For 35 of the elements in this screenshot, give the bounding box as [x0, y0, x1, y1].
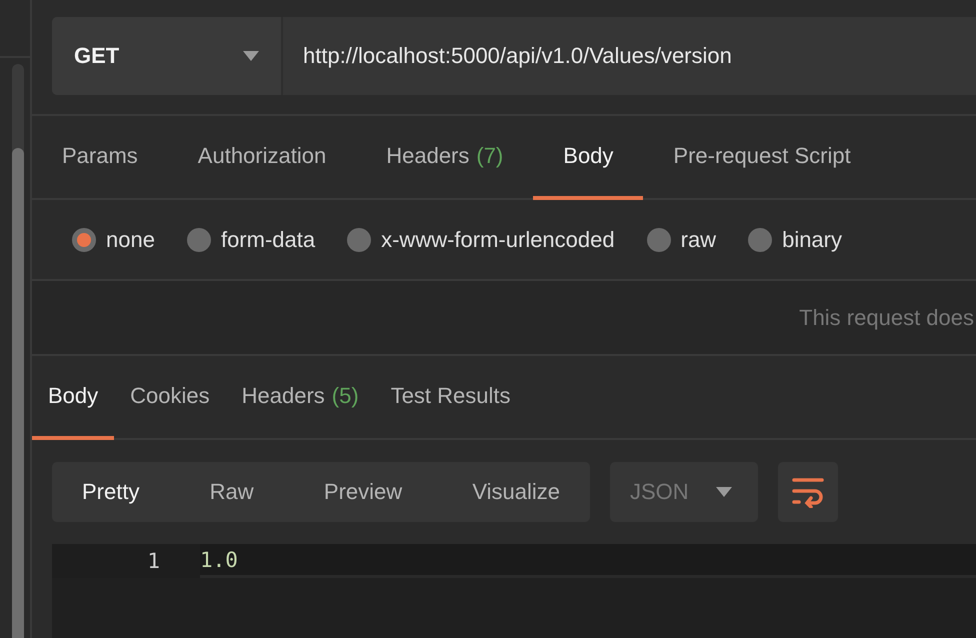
- line-number: 1: [146, 548, 160, 575]
- scrollbar[interactable]: [12, 64, 24, 638]
- view-mode-tab[interactable]: Visualize: [472, 479, 560, 505]
- body-type-option[interactable]: raw: [646, 226, 716, 252]
- request-tab[interactable]: Params: [32, 116, 168, 200]
- response-tab[interactable]: Headers (5): [226, 356, 375, 440]
- code-text: 1.0: [200, 548, 238, 572]
- method-dropdown[interactable]: GET: [52, 17, 283, 95]
- response-tab[interactable]: Cookies: [114, 356, 226, 440]
- caret-icon: [243, 51, 259, 61]
- body-type-option[interactable]: x-www-form-urlencoded: [347, 226, 615, 252]
- view-mode-tab[interactable]: Raw: [210, 479, 254, 505]
- request-tab[interactable]: Authorization: [168, 116, 356, 200]
- caret-icon: [716, 487, 732, 497]
- radio-button[interactable]: [186, 228, 211, 252]
- view-mode-tab[interactable]: Preview: [324, 479, 402, 505]
- response-tab[interactable]: Test Results: [374, 356, 527, 440]
- radio-button[interactable]: [72, 228, 96, 252]
- view-mode-tab[interactable]: Pretty: [82, 479, 140, 505]
- body-type-option[interactable]: binary: [748, 226, 842, 252]
- wrap-lines-icon: [791, 476, 825, 508]
- body-type-option[interactable]: form-data: [186, 226, 316, 252]
- header-count: (7): [476, 143, 504, 169]
- radio-button[interactable]: [646, 228, 671, 252]
- response-tab[interactable]: Body: [32, 356, 114, 440]
- wrap-lines-button[interactable]: [778, 462, 838, 522]
- header-count: (5): [332, 383, 359, 409]
- request-tab[interactable]: Headers (7): [356, 116, 534, 200]
- radio-button[interactable]: [748, 228, 772, 252]
- body-message: This request does: [799, 304, 974, 330]
- request-tab[interactable]: Pre-request Script: [643, 116, 881, 200]
- radio-button[interactable]: [347, 228, 372, 252]
- body-type-option[interactable]: none: [72, 226, 155, 252]
- url-field[interactable]: http://localhost:5000/api/v1.0/Values/version: [283, 17, 976, 95]
- request-tab[interactable]: Body: [533, 116, 644, 200]
